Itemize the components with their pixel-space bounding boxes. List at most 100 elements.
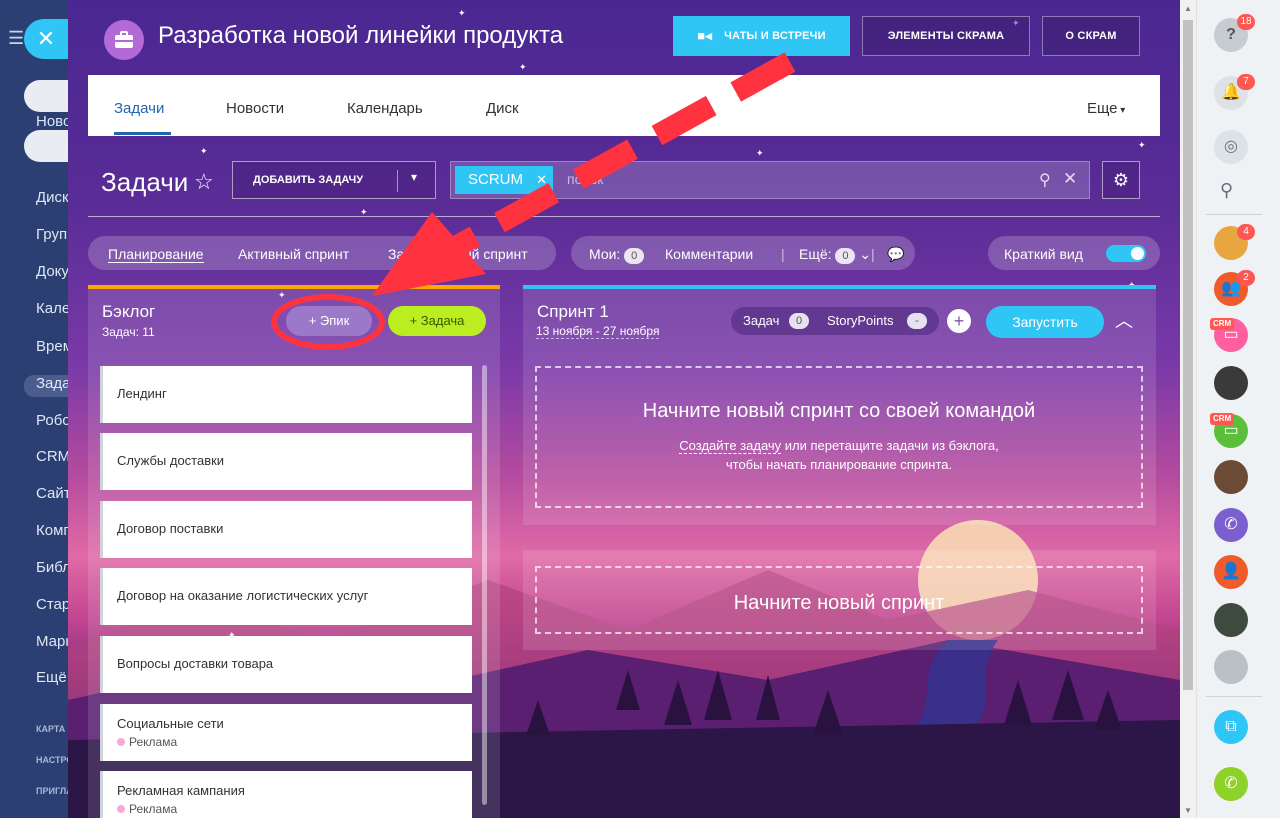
tab-more[interactable]: Еще ▾ — [1087, 100, 1125, 117]
plus-icon[interactable]: + — [947, 309, 971, 333]
brief-view-label: Краткий вид — [1004, 246, 1083, 262]
sidebar-item-more[interactable]: Ещё — [36, 669, 67, 686]
call-icon[interactable]: ✆ — [1214, 767, 1248, 801]
list-item[interactable]: Договор на оказание логистических услуг — [100, 568, 472, 625]
list-item[interactable]: Социальные сети Реклама — [100, 704, 472, 761]
epic-tag: Реклама — [117, 802, 177, 816]
add-task-button[interactable]: + Задача — [388, 306, 486, 336]
annotation-highlight — [271, 294, 385, 350]
filter-tag[interactable]: SCRUM ✕ — [455, 166, 553, 194]
screen-share-icon[interactable]: ⧉ — [1214, 710, 1248, 744]
divider — [1206, 696, 1262, 697]
list-item[interactable]: Рекламная кампания Реклама — [100, 771, 472, 818]
tabs-bar: Задачи Новости Календарь Диск Еще ▾ — [88, 75, 1160, 136]
hint-text: чтобы начать планирование спринта. — [725, 457, 953, 472]
view-completed-sprint[interactable]: Завершенный спринт — [388, 246, 528, 262]
tab-disk[interactable]: Диск — [486, 100, 519, 117]
view-active-sprint[interactable]: Активный спринт — [238, 246, 349, 262]
chevron-up-icon[interactable]: ︿ — [1115, 307, 1133, 333]
user-icon[interactable]: 👤 — [1214, 555, 1248, 589]
list-item[interactable]: Договор поставки — [100, 501, 472, 558]
mine-counter[interactable]: Мои: 0 — [589, 246, 645, 264]
new-sprint-button[interactable]: Начните новый спринт — [535, 566, 1143, 634]
sidebar-item-disk[interactable]: Диск — [36, 189, 69, 206]
chat-icon[interactable]: ◎ — [1214, 130, 1248, 164]
avatar[interactable] — [1214, 460, 1248, 494]
menu-icon[interactable]: ☰ — [8, 28, 24, 49]
chats-meetings-label: ЧАТЫ И ВСТРЕЧИ — [724, 30, 826, 42]
scroll-up-icon[interactable]: ▲ — [1184, 4, 1192, 13]
filter-tag-label: SCRUM — [468, 171, 523, 188]
comments-filter[interactable]: Комментарии — [665, 246, 753, 262]
close-icon[interactable]: ✕ — [24, 19, 68, 59]
filter-search[interactable]: SCRUM ✕ ⚲ ✕ — [450, 161, 1090, 199]
tab-tasks[interactable]: Задачи — [114, 100, 164, 117]
crm-label: CRM — [1210, 413, 1235, 425]
brief-view-bar: Краткий вид — [988, 236, 1160, 270]
hint-text: или перетащите задачи из бэклога, — [781, 438, 999, 453]
divider — [88, 216, 1160, 217]
phone-icon[interactable]: ✆ — [1214, 508, 1248, 542]
crm-label: CRM — [1210, 318, 1235, 330]
task-title: Договор на оказание логистических услуг — [117, 588, 369, 603]
new-sprint-block: Начните новый спринт — [523, 550, 1156, 650]
backlog-scrollbar[interactable] — [482, 365, 487, 805]
more-counter[interactable]: Ещё: 0 ⌄ — [799, 246, 871, 264]
sprint-accent — [523, 285, 1156, 289]
new-sprint-label: Начните новый спринт — [733, 592, 945, 614]
tab-calendar[interactable]: Календарь — [347, 100, 423, 117]
scrum-elements-button[interactable]: ЭЛЕМЕНТЫ СКРАМА — [862, 16, 1030, 56]
view-planning[interactable]: Планирование — [108, 246, 204, 263]
task-title: Социальные сети — [117, 716, 224, 731]
sidebar-item-crm[interactable]: CRM — [36, 448, 70, 465]
view-switcher: Планирование Активный спринт Завершенный… — [88, 236, 556, 270]
search-icon[interactable]: ⚲ — [1039, 170, 1051, 190]
chats-meetings-button[interactable]: ■◂ ЧАТЫ И ВСТРЕЧИ — [673, 16, 850, 56]
divider: | — [781, 246, 785, 262]
scroll-down-icon[interactable]: ▼ — [1184, 806, 1192, 815]
sprint-tasks-count: 0 — [789, 313, 809, 329]
briefcase-icon — [104, 20, 144, 60]
avatar[interactable] — [1214, 603, 1248, 637]
avatar-badge: 4 — [1237, 224, 1255, 240]
search-icon[interactable]: ⚲ — [1220, 180, 1233, 201]
chevron-down-icon[interactable]: ▾ — [411, 170, 417, 184]
sprint-drop-zone[interactable]: Начните новый спринт со своей командой С… — [535, 366, 1143, 508]
add-task-label: ДОБАВИТЬ ЗАДАЧУ — [253, 174, 364, 186]
avatar[interactable] — [1214, 366, 1248, 400]
list-item[interactable]: Вопросы доставки товара — [100, 636, 472, 693]
list-item[interactable]: Службы доставки — [100, 433, 472, 490]
tab-more-label: Еще — [1087, 100, 1118, 117]
scrum-panel: ✦ ✦ ✦ ✦ ✦ ✦ ✦ ✦ ✦ ✦ Разработка новой лин… — [68, 0, 1180, 818]
gear-icon[interactable]: ⚙ — [1102, 161, 1140, 199]
sprint-title: Спринт 1 — [537, 302, 609, 321]
search-input[interactable] — [567, 171, 1027, 187]
star-icon[interactable]: ☆ — [194, 169, 214, 195]
list-item[interactable]: Лендинг — [100, 366, 472, 423]
chevron-down-icon: ⌄ — [859, 246, 872, 262]
notification-badge: 7 — [1237, 74, 1255, 90]
drop-zone-title: Начните новый спринт со своей командой — [642, 400, 1036, 422]
task-title: Вопросы доставки товара — [117, 656, 274, 671]
avatar[interactable] — [1214, 650, 1248, 684]
close-icon[interactable]: ✕ — [536, 172, 547, 188]
sidebar-section[interactable]: КАРТА — [36, 724, 65, 734]
clear-icon[interactable]: ✕ — [1063, 169, 1077, 189]
help-badge: 18 — [1237, 14, 1255, 30]
add-task-button[interactable]: ДОБАВИТЬ ЗАДАЧУ ▾ — [232, 161, 436, 199]
divider — [397, 170, 398, 192]
about-scrum-button[interactable]: О СКРАМ — [1042, 16, 1140, 56]
start-sprint-button[interactable]: Запустить — [986, 306, 1104, 338]
drop-zone-hint: Создайте задачу или перетащите задачи из… — [537, 436, 1141, 474]
scrollbar-thumb[interactable] — [1183, 20, 1193, 690]
active-tab-indicator — [114, 132, 171, 135]
tab-news[interactable]: Новости — [226, 100, 284, 117]
brief-view-toggle[interactable] — [1106, 245, 1146, 262]
page-title: Разработка новой линейки продукта — [158, 22, 564, 49]
divider — [1206, 214, 1262, 215]
sprint-tasks-label: Задач — [743, 313, 780, 328]
create-task-link[interactable]: Создайте задачу — [679, 438, 782, 454]
task-title: Договор поставки — [117, 521, 224, 536]
sprint-dates[interactable]: 13 ноября - 27 ноября — [536, 324, 660, 339]
chat-icon[interactable]: 💬 — [887, 246, 904, 263]
